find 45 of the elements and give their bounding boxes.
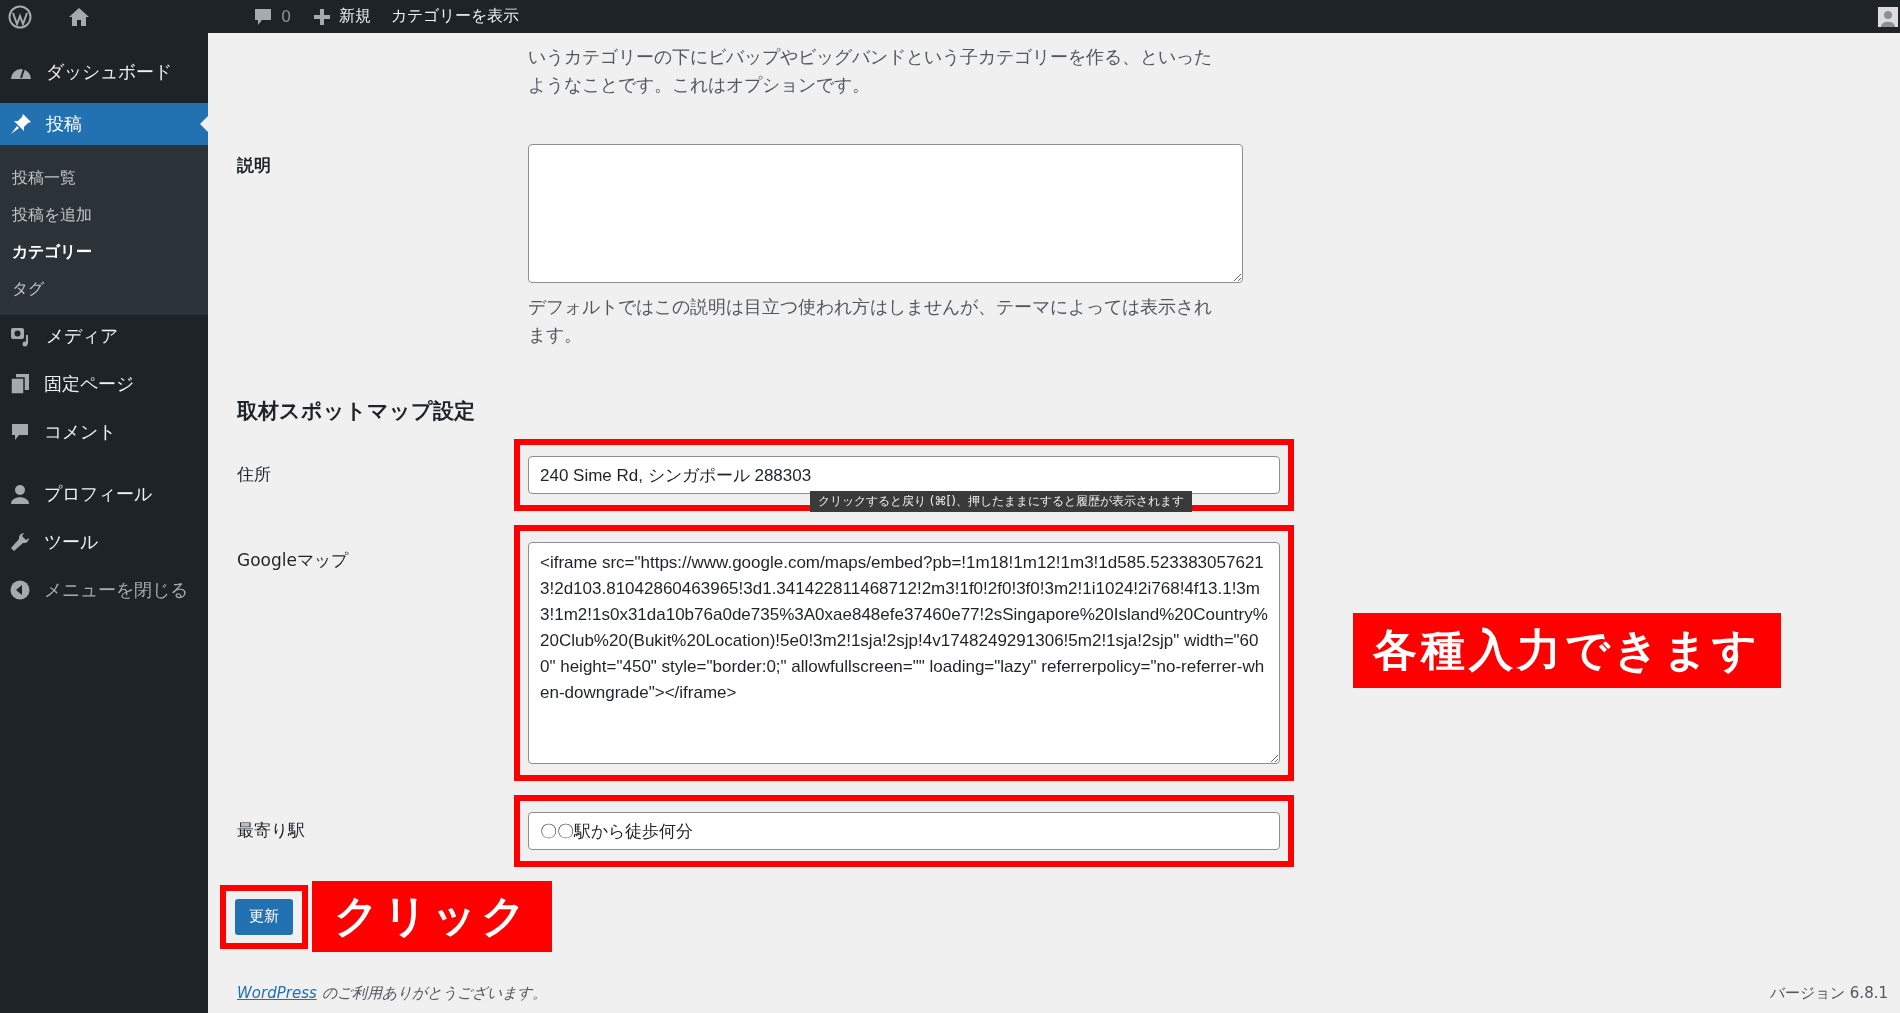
wordpress-logo-icon[interactable]	[8, 4, 32, 29]
menu-item[interactable]: ダッシュボード	[0, 51, 208, 93]
input-field[interactable]: 240 Sime Rd, シンガポール 288303	[528, 456, 1280, 494]
pushpin-icon	[10, 113, 32, 135]
tooltip: クリックすると戻り (⌘[)、押したままにすると履歴が表示されます	[810, 491, 1192, 512]
comment-icon[interactable]	[253, 6, 273, 27]
version-text: バージョン 6.8.1	[1770, 984, 1888, 1003]
footer-text: のご利用ありがとうございます。	[321, 984, 547, 1002]
menu-item[interactable]: ツール	[0, 521, 208, 563]
plus-icon[interactable]	[313, 7, 332, 26]
current-indicator	[200, 116, 208, 132]
callout-label: クリック	[312, 881, 552, 952]
view-category-link[interactable]: カテゴリーを表示	[391, 6, 520, 27]
comment-count[interactable]: 0	[281, 7, 292, 26]
menu-item[interactable]: コメント	[0, 411, 208, 453]
person-icon	[10, 484, 30, 504]
collapse-icon	[10, 580, 30, 600]
collapse-menu-button[interactable]: メニューを閉じる	[0, 569, 208, 611]
help-text: デフォルトではこの説明は目立つ使われ方はしませんが、テーマによっては表示されます。	[528, 295, 1213, 347]
submenu-item[interactable]: 投稿一覧	[0, 159, 208, 196]
menu-item[interactable]: プロフィール	[0, 473, 208, 515]
field-label: 最寄り駅	[237, 819, 306, 842]
intro-text: いうカテゴリーの下にビバップやビッグバンドという子カテゴリーを作る、といった	[528, 45, 1213, 69]
submenu-item[interactable]: 投稿を追加	[0, 196, 208, 233]
field-label: 説明	[237, 154, 272, 177]
field-label: 住所	[237, 463, 272, 486]
user-avatar-icon[interactable]	[1878, 6, 1898, 27]
menu-item[interactable]: 固定ページ	[0, 363, 208, 405]
submenu-item[interactable]: カテゴリー	[0, 233, 208, 270]
input-field[interactable]: 〇〇駅から徒歩何分	[528, 812, 1280, 850]
callout-label: 各種入力できます	[1353, 613, 1781, 688]
update-button[interactable]: 更新	[235, 898, 293, 935]
wordpress-link[interactable]: WordPress	[237, 984, 317, 1002]
textarea-field[interactable]: <iframe src="https://www.google.com/maps/embed?pb=!1m18!1m12!1m3!1d585.5233830576213!2d103.81042860463965!3d1.341422811468712!2m3!1f0!2f0!3f0!3m2!1i1024!2i768!4f13.1!3m3!1m2!1s0x31da10b76a0de735%3A0xae848efe37460e77!2sSingapore%20Island%20Country%20Club%20(Bukit%20Location)!5e0!3m2!1sja!2sjp!4v1748249291306!5m2!1sja!2sjp" width="600" height="450" style="border:0;" allowfullscreen="" loading="lazy" referrerpolicy="no-referrer-when-downgrade"></iframe>	[528, 542, 1280, 764]
home-icon[interactable]	[68, 5, 90, 28]
menu-item-current[interactable]: 投稿	[0, 103, 208, 145]
wrench-icon	[10, 532, 30, 552]
pages-icon	[10, 373, 30, 395]
submenu-item[interactable]: タグ	[0, 270, 208, 307]
comment-icon	[10, 422, 30, 442]
section-heading: 取材スポットマップ設定	[237, 398, 476, 425]
new-link[interactable]: 新規	[339, 6, 372, 27]
field-label: Googleマップ	[237, 549, 350, 572]
menu-item[interactable]: メディア	[0, 315, 208, 357]
intro-text: ようなことです。これはオプションです。	[528, 73, 871, 97]
